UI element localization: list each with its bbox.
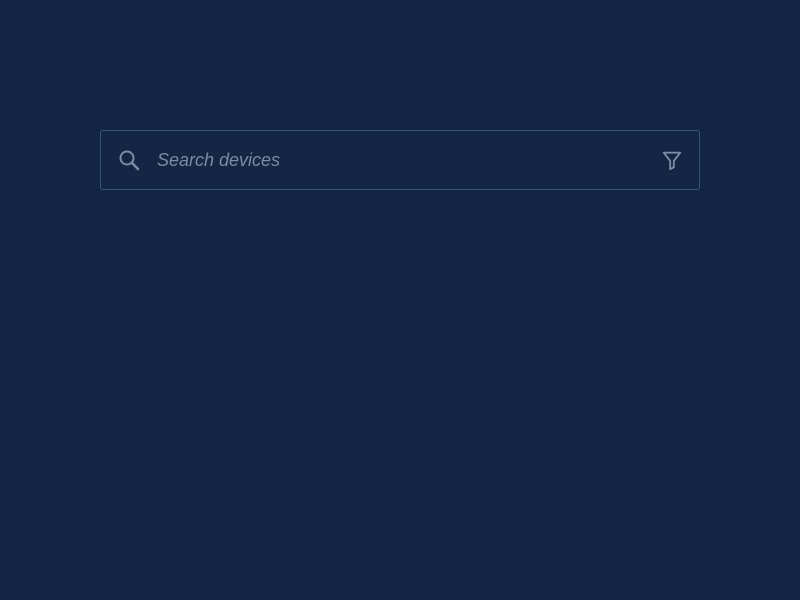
filter-icon[interactable]: [661, 149, 683, 171]
search-input[interactable]: [157, 150, 649, 171]
search-bar: [100, 130, 700, 190]
search-icon: [117, 148, 141, 172]
